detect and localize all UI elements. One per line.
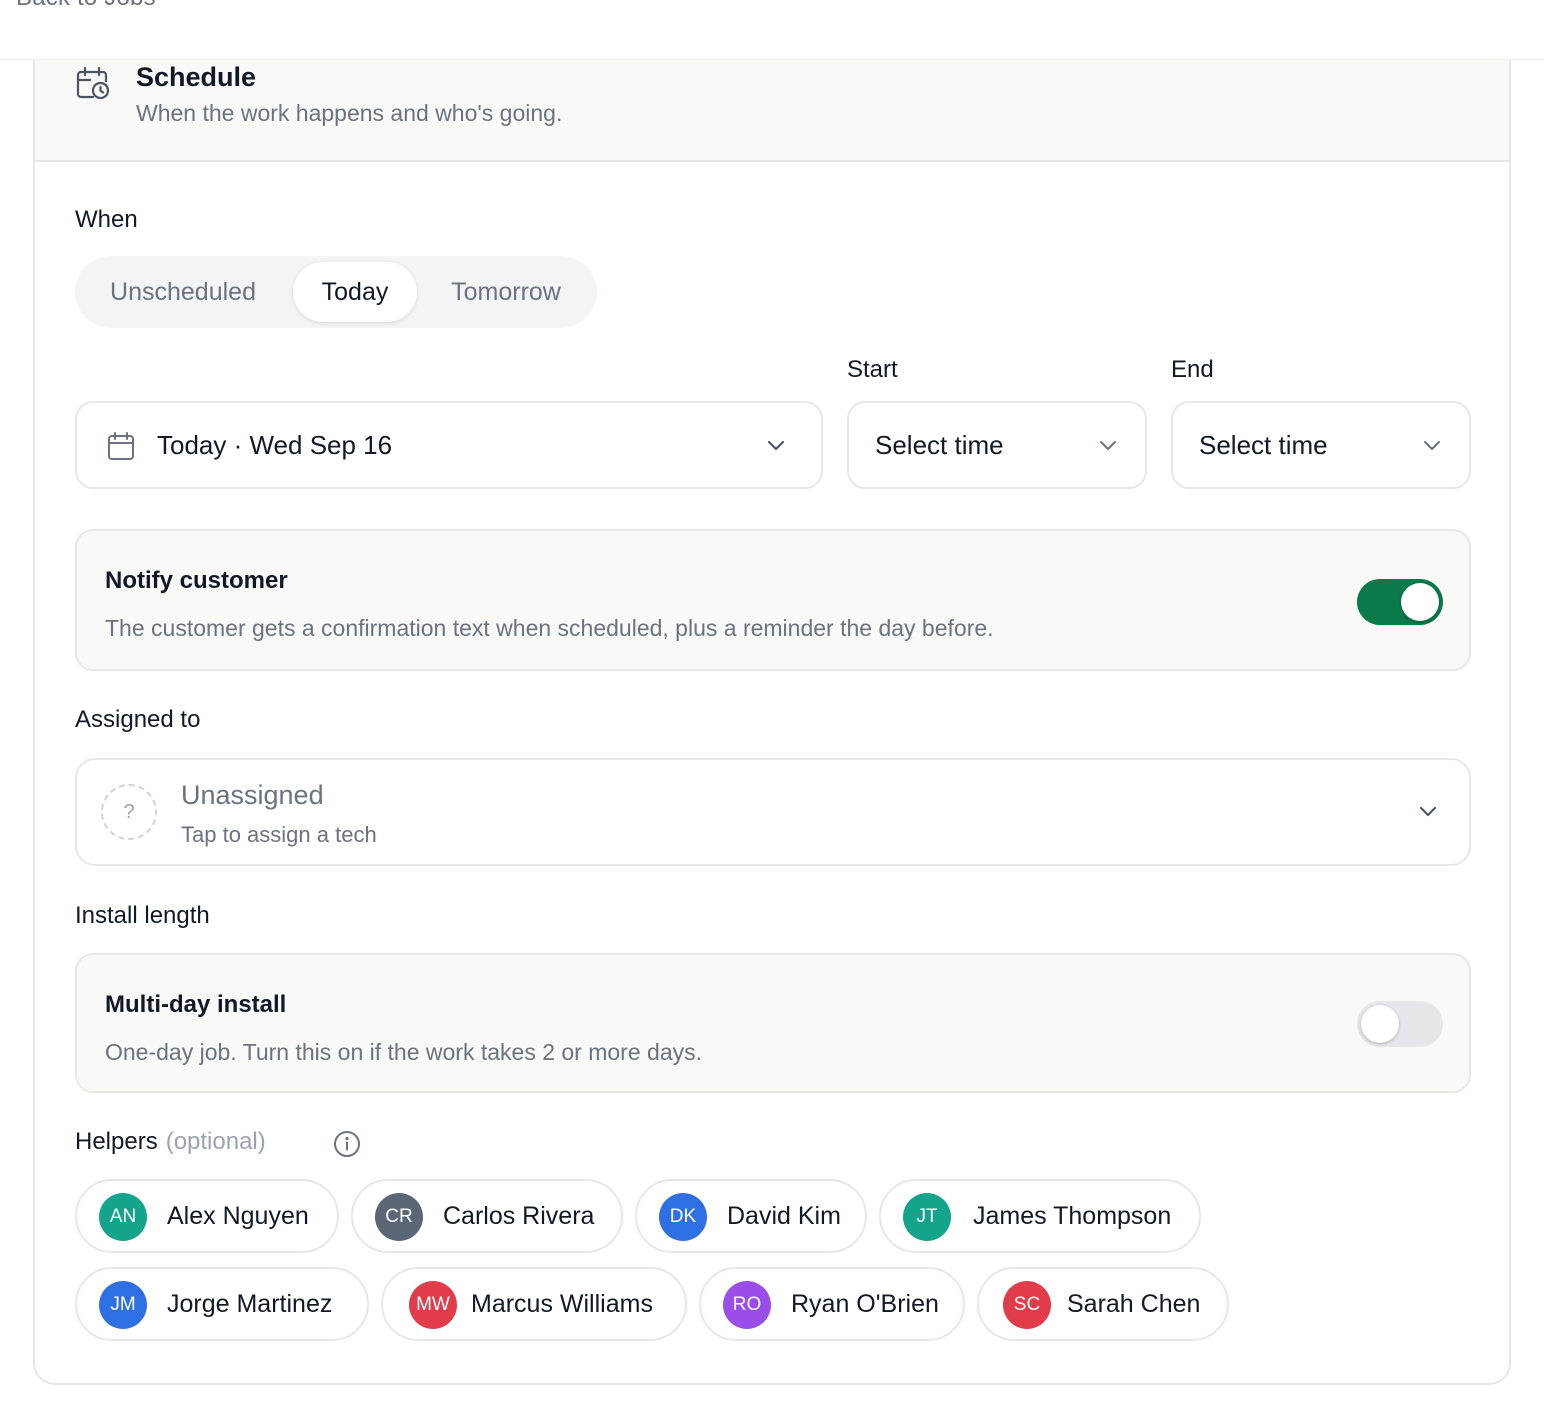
helpers-label: Helpers (75, 1128, 158, 1155)
avatar: AN (99, 1193, 147, 1241)
schedule-header: Schedule When the work happens and who's… (35, 60, 1509, 162)
multi-day-panel: Multi-day install One-day job. Turn this… (75, 953, 1471, 1093)
install-length-label: Install length (75, 902, 210, 929)
helper-name: Alex Nguyen (167, 1202, 309, 1230)
helpers-optional: (optional) (165, 1128, 266, 1155)
end-time-select[interactable]: Select time (1171, 401, 1471, 489)
avatar: DK (659, 1193, 707, 1241)
assigned-value: Unassigned (181, 780, 324, 810)
helper-chip[interactable]: JT James Thompson (879, 1179, 1201, 1253)
avatar: RO (723, 1281, 771, 1329)
helper-chip[interactable]: SC Sarah Chen (977, 1267, 1229, 1341)
notify-customer-toggle[interactable] (1357, 579, 1443, 625)
when-label: When (75, 206, 138, 233)
unassigned-avatar: ? (101, 784, 157, 840)
helper-chip[interactable]: AN Alex Nguyen (75, 1179, 339, 1253)
calendar-clock-icon (75, 66, 111, 102)
calendar-icon (107, 431, 135, 461)
when-option-unscheduled[interactable]: Unscheduled (83, 262, 283, 322)
helper-chip[interactable]: JM Jorge Martinez (75, 1267, 369, 1341)
helper-chip[interactable]: MW Marcus Williams (381, 1267, 687, 1341)
helper-chip[interactable]: DK David Kim (635, 1179, 867, 1253)
start-time-select[interactable]: Select time (847, 401, 1147, 489)
end-time-value: Select time (1199, 430, 1328, 460)
when-option-tomorrow[interactable]: Tomorrow (427, 262, 585, 322)
multi-day-toggle[interactable] (1357, 1001, 1443, 1047)
chevron-down-icon (765, 434, 787, 456)
helpers-heading: Helpers (optional) (75, 1128, 360, 1157)
assigned-hint: Tap to assign a tech (181, 822, 377, 847)
helper-name: Marcus Williams (471, 1290, 653, 1318)
end-label: End (1171, 356, 1214, 383)
notify-description: The customer gets a confirmation text wh… (105, 615, 994, 641)
info-icon[interactable] (333, 1130, 361, 1158)
chevron-down-icon (1421, 434, 1443, 456)
section-subtitle: When the work happens and who's going. (136, 100, 563, 126)
notify-customer-panel: Notify customer The customer gets a conf… (75, 529, 1471, 671)
helper-name: Jorge Martinez (167, 1290, 333, 1318)
multi-day-title: Multi-day install (105, 991, 287, 1018)
date-select[interactable]: Today · Wed Sep 16 (75, 401, 823, 489)
chevron-down-icon (1097, 434, 1119, 456)
avatar: CR (375, 1193, 423, 1241)
when-segmented-control: Unscheduled Today Tomorrow (75, 256, 597, 328)
notify-title: Notify customer (105, 567, 288, 594)
back-to-jobs-link[interactable]: Back to Jobs (16, 0, 156, 12)
chevron-down-icon (1417, 800, 1439, 822)
section-title: Schedule (136, 62, 257, 92)
date-value: Today · Wed Sep 16 (157, 430, 393, 460)
avatar: SC (1003, 1281, 1051, 1329)
helper-chip[interactable]: CR Carlos Rivera (351, 1179, 623, 1253)
helper-name: Ryan O'Brien (791, 1290, 939, 1318)
schedule-card: Schedule When the work happens and who's… (33, 60, 1511, 1385)
helper-name: Carlos Rivera (443, 1202, 595, 1230)
toggle-knob (1361, 1005, 1399, 1043)
helper-name: James Thompson (973, 1202, 1172, 1230)
assign-tech-select[interactable]: ? Unassigned Tap to assign a tech (75, 758, 1471, 866)
start-label: Start (847, 356, 898, 383)
avatar: MW (409, 1281, 457, 1329)
multi-day-description: One-day job. Turn this on if the work ta… (105, 1039, 703, 1065)
helper-name: David Kim (727, 1202, 841, 1230)
when-option-today[interactable]: Today (293, 262, 417, 322)
avatar: JM (99, 1281, 147, 1329)
assigned-label: Assigned to (75, 706, 201, 733)
helper-chip[interactable]: RO Ryan O'Brien (699, 1267, 965, 1341)
start-time-value: Select time (875, 430, 1004, 460)
avatar: JT (903, 1193, 951, 1241)
helper-name: Sarah Chen (1067, 1290, 1201, 1318)
top-bar: Back to Jobs (0, 0, 1544, 60)
toggle-knob (1401, 583, 1439, 621)
